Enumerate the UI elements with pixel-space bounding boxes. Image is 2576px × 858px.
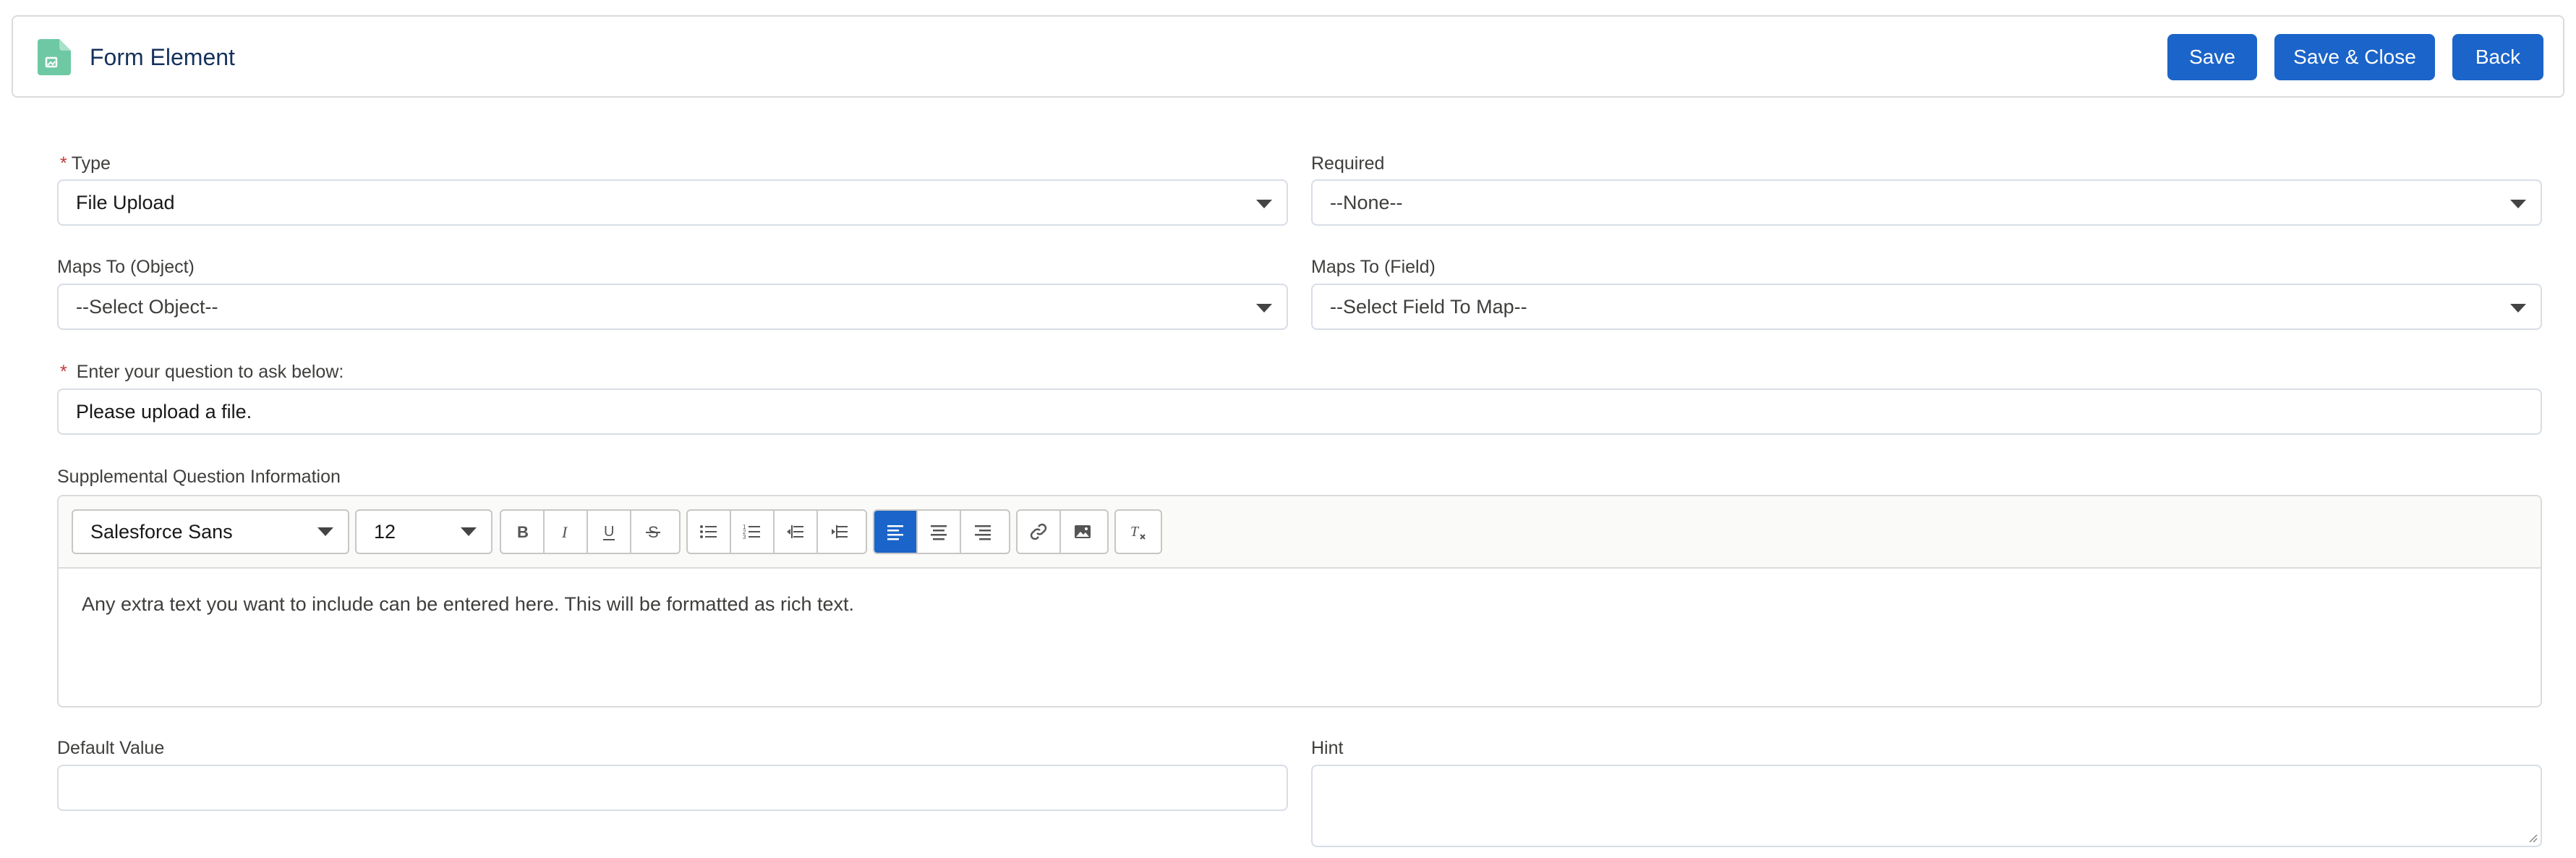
bulleted-list-icon [700,525,717,538]
underline-icon: U [603,524,615,540]
rich-text-editor: Salesforce Sans 12 B I U S 1 2 3 T Any e… [57,495,2542,708]
font-size-select[interactable]: 12 [355,509,492,554]
align-right-icon [975,525,991,540]
numbered-list-icon: 123 [743,524,760,540]
strikethrough-icon: S [646,523,660,541]
maps-to-object-label: Maps To (Object) [57,257,195,277]
maps-to-field-label: Maps To (Field) [1311,257,1436,277]
underline-button[interactable]: U [588,511,631,553]
hint-textarea[interactable] [1311,765,2542,847]
rich-text-body[interactable]: Any extra text you want to include can b… [82,593,854,616]
svg-text:U: U [604,524,614,540]
type-label: * Type [60,153,111,174]
default-value-label: Default Value [57,738,165,758]
type-select[interactable]: File Upload [57,179,1288,226]
text-style-group: B I U S [500,509,681,554]
svg-text:B: B [517,523,529,541]
form-document-icon [38,39,71,75]
indent-icon [832,525,848,538]
svg-text:3: 3 [743,534,746,540]
svg-text:T: T [1130,524,1140,540]
alignment-group [873,509,1010,554]
required-label: Required [1311,153,1385,174]
page-title: Form Element [90,44,235,70]
chevron-down-icon [1256,200,1272,208]
chevron-down-icon [2510,304,2526,313]
clear-formatting-icon: T [1130,524,1146,540]
question-input-value: Please upload a file. [76,400,252,422]
default-value-input[interactable] [57,765,1288,811]
insert-link-button[interactable] [1018,511,1061,553]
outdent-icon [787,525,803,538]
bold-button[interactable]: B [501,511,545,553]
question-label: * Enter your question to ask below: [60,362,344,382]
chevron-down-icon [1256,304,1272,313]
svg-text:I: I [561,523,568,541]
required-select-value: --None-- [1330,191,1403,213]
align-left-icon [887,525,903,540]
maps-to-object-value: --Select Object-- [76,295,218,318]
numbered-list-button[interactable]: 123 [731,511,775,553]
insert-group [1016,509,1109,554]
align-left-button[interactable] [874,511,918,553]
image-icon [1075,525,1091,538]
outdent-button[interactable] [775,511,818,553]
supplemental-label: Supplemental Question Information [57,467,341,487]
hint-label: Hint [1311,738,1344,758]
maps-to-field-value: --Select Field To Map-- [1330,295,1527,318]
save-and-close-button[interactable]: Save & Close [2274,34,2435,80]
required-select[interactable]: --None-- [1311,179,2542,226]
font-family-value: Salesforce Sans [90,520,233,543]
save-button[interactable]: Save [2167,34,2257,80]
list-indent-group: 123 [686,509,867,554]
bold-icon: B [517,523,529,541]
type-select-value: File Upload [76,191,175,213]
resize-grip-icon[interactable] [2528,833,2538,843]
chevron-down-icon [317,527,333,536]
maps-to-field-select[interactable]: --Select Field To Map-- [1311,284,2542,330]
insert-image-button[interactable] [1061,511,1104,553]
maps-to-object-select[interactable]: --Select Object-- [57,284,1288,330]
clear-format-group: T [1114,509,1162,554]
required-asterisk: * [60,153,67,174]
font-size-value: 12 [374,520,396,543]
required-asterisk: * [60,362,67,382]
align-center-button[interactable] [918,511,961,553]
align-right-button[interactable] [961,511,1005,553]
rich-text-toolbar: Salesforce Sans 12 B I U S 1 2 3 T [59,496,2541,569]
chevron-down-icon [461,527,477,536]
back-button[interactable]: Back [2452,34,2543,80]
italic-icon: I [561,523,568,541]
chevron-down-icon [2510,200,2526,208]
question-input[interactable]: Please upload a file. [57,388,2542,435]
bulleted-list-button[interactable] [688,511,731,553]
italic-button[interactable]: I [545,511,588,553]
page-header: Form Element Save Save & Close Back [12,15,2564,98]
indent-button[interactable] [818,511,861,553]
strikethrough-button[interactable]: S [631,511,675,553]
align-center-icon [931,525,947,540]
clear-formatting-button[interactable]: T [1116,511,1159,553]
link-icon [1030,523,1047,540]
font-family-select[interactable]: Salesforce Sans [72,509,349,554]
